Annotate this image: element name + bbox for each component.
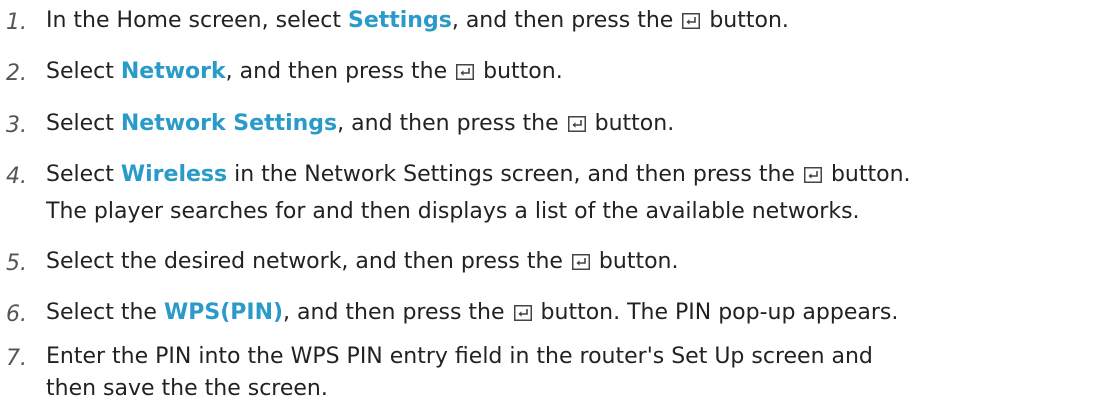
menu-item-network-settings: Network Settings	[120, 111, 338, 136]
menu-item-network: Network	[120, 59, 226, 84]
step-text: Select the WPS(PIN), and then press the …	[46, 296, 898, 330]
menu-item-settings: Settings	[347, 8, 452, 33]
step-text-part: Select	[46, 162, 121, 187]
step-text-part: button.	[591, 249, 679, 274]
step-text-part: , and then press the	[283, 300, 512, 325]
step-text: Select Network Settings, and then press …	[46, 107, 674, 141]
step-number: 1.	[6, 10, 27, 35]
step-text: Select Wireless in the Network Settings …	[46, 158, 911, 192]
menu-item-wps-pin: WPS(PIN)	[163, 300, 284, 325]
step-text-part: Select	[46, 111, 121, 136]
enter-key-icon	[682, 13, 701, 29]
step-text: In the Home screen, select Settings, and…	[46, 4, 789, 38]
step-text-part: button.	[476, 59, 563, 84]
step-text: Select Network, and then press the butto…	[46, 55, 563, 89]
step-text-part: button.	[587, 111, 675, 136]
step-number: 7.	[6, 346, 27, 371]
step-text-part: Select the	[46, 300, 164, 325]
step-text-line-2: then save the the screen.	[46, 376, 328, 401]
step-text: Enter the PIN into the WPS PIN entry fie…	[46, 344, 873, 369]
step-number: 6.	[6, 302, 27, 327]
step-text-part: button. The PIN pop-up appears.	[533, 300, 899, 325]
enter-key-icon	[456, 64, 475, 80]
step-number: 2.	[6, 61, 27, 86]
step-text-part: , and then press the	[451, 8, 681, 33]
instruction-steps: 1. In the Home screen, select Settings, …	[0, 0, 1095, 406]
step-text-line-2: The player searches for and then display…	[46, 199, 860, 224]
step-text-part: Select the desired network, and then pre…	[46, 249, 570, 274]
step-text-part: button.	[823, 162, 911, 187]
enter-key-icon	[567, 116, 586, 132]
step-text-part: Select	[46, 59, 121, 84]
step-text-part: in the Network Settings screen, and then…	[227, 162, 802, 187]
menu-item-wireless: Wireless	[120, 162, 228, 187]
step-number: 5.	[6, 251, 27, 276]
step-text-part: , and then press the	[225, 59, 455, 84]
step-text-part: button.	[702, 8, 789, 33]
step-text-part: , and then press the	[337, 111, 566, 136]
step-text-part: In the Home screen, select	[46, 8, 348, 33]
enter-key-icon	[803, 167, 822, 183]
step-text: Select the desired network, and then pre…	[46, 245, 678, 279]
enter-key-icon	[571, 254, 590, 270]
step-number: 3.	[6, 113, 27, 138]
enter-key-icon	[513, 305, 532, 321]
step-number: 4.	[6, 164, 27, 189]
